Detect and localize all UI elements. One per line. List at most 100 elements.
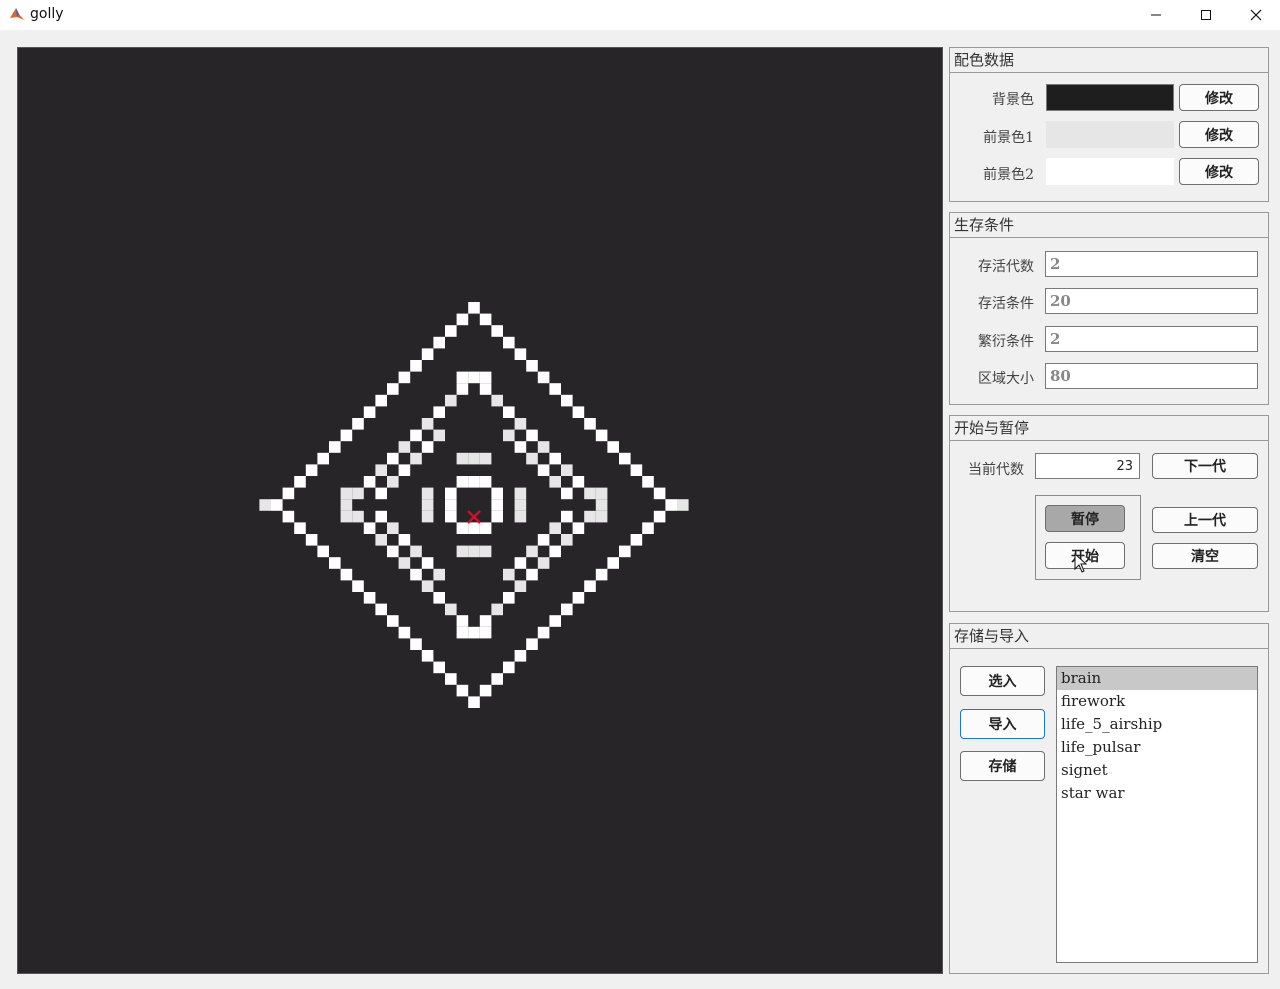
live-cell: [445, 510, 457, 523]
live-cell: [340, 487, 353, 500]
live-cell: [514, 441, 527, 453]
previous-generation-button[interactable]: 上一代: [1152, 507, 1258, 533]
next-generation-button[interactable]: 下一代: [1152, 453, 1258, 479]
birth-condition-input[interactable]: 2: [1045, 326, 1258, 352]
live-cell: [294, 522, 306, 534]
center-marker-icon: [467, 510, 481, 524]
live-cell: [410, 568, 422, 581]
live-cell: [387, 522, 399, 534]
live-cell: [340, 510, 353, 523]
live-cell: [329, 557, 341, 569]
list-item[interactable]: star war: [1057, 782, 1257, 805]
live-cell: [537, 371, 550, 384]
live-cell: [398, 557, 411, 569]
live-cell: [595, 429, 608, 442]
live-cell: [595, 510, 608, 523]
list-item[interactable]: signet: [1057, 759, 1257, 782]
live-cell: [387, 476, 399, 488]
live-cell: [363, 592, 376, 604]
edit-foreground1-color-button[interactable]: 修改: [1179, 121, 1259, 148]
live-cell: [421, 418, 434, 430]
control-panel-title: 开始与暂停: [950, 416, 1268, 441]
live-cell: [456, 452, 469, 465]
live-cell: [294, 476, 306, 488]
live-cell: [398, 464, 411, 476]
import-button[interactable]: 导入: [960, 709, 1045, 739]
live-cell: [584, 487, 596, 500]
live-cell: [653, 510, 666, 523]
live-cell: [468, 452, 480, 465]
current-generation-field[interactable]: 23: [1035, 453, 1140, 479]
live-cell: [526, 638, 538, 650]
live-cell: [619, 545, 631, 558]
foreground1-color-label: 前景色1: [983, 130, 1034, 146]
save-button[interactable]: 存储: [960, 751, 1045, 781]
live-cell: [514, 418, 527, 430]
close-button[interactable]: [1231, 0, 1280, 30]
live-cell: [305, 534, 318, 546]
live-cell: [410, 360, 422, 372]
live-cell: [329, 441, 341, 453]
live-cell: [514, 580, 527, 592]
live-cell: [375, 534, 387, 546]
live-cell: [282, 487, 295, 500]
live-cell: [445, 673, 457, 685]
birth-condition-label: 繁衍条件: [978, 334, 1034, 350]
live-cell: [503, 568, 515, 581]
live-cell: [317, 545, 329, 558]
list-item[interactable]: firework: [1057, 690, 1257, 713]
live-cell: [584, 510, 596, 523]
live-cell: [398, 626, 411, 639]
live-cell: [479, 545, 492, 558]
survival-generations-input[interactable]: 2: [1045, 251, 1258, 277]
live-cell: [630, 534, 643, 546]
background-color-label: 背景色: [992, 92, 1034, 108]
survival-generations-label: 存活代数: [978, 259, 1034, 275]
edit-foreground2-color-button[interactable]: 修改: [1179, 158, 1259, 185]
list-item[interactable]: life_5_airship: [1057, 713, 1257, 736]
maximize-button[interactable]: [1181, 0, 1231, 30]
pattern-file-list[interactable]: brain firework life_5_airship life_pulsa…: [1056, 666, 1258, 963]
live-cell: [491, 510, 503, 523]
close-icon: [1250, 9, 1262, 21]
live-cell: [433, 336, 445, 349]
live-cell: [642, 522, 654, 534]
live-cell: [410, 452, 422, 465]
live-cell: [526, 568, 538, 581]
live-cell: [445, 394, 457, 407]
list-item[interactable]: life_pulsar: [1057, 736, 1257, 759]
survival-condition-input[interactable]: 20: [1045, 288, 1258, 314]
clear-button[interactable]: 清空: [1152, 543, 1258, 569]
live-cell: [421, 441, 434, 453]
minimize-button[interactable]: [1131, 0, 1181, 30]
foreground1-color-swatch: [1046, 121, 1174, 148]
edit-background-color-button[interactable]: 修改: [1179, 84, 1259, 111]
live-cell: [514, 499, 527, 511]
live-cell: [387, 545, 399, 558]
live-cell: [468, 545, 480, 558]
live-cell: [445, 325, 457, 337]
live-cell: [445, 499, 457, 511]
live-cell: [375, 603, 387, 616]
area-size-input[interactable]: 80: [1045, 363, 1258, 389]
select-file-button[interactable]: 选入: [960, 666, 1045, 696]
live-cell: [491, 325, 503, 337]
list-item[interactable]: brain: [1057, 667, 1257, 690]
live-cell: [479, 626, 492, 639]
live-cell: [479, 313, 492, 326]
live-cell: [572, 592, 585, 604]
color-panel-title: 配色数据: [950, 48, 1268, 73]
live-cell: [456, 626, 469, 639]
live-cell: [491, 394, 503, 407]
live-cell: [271, 499, 283, 511]
live-cell: [561, 394, 573, 407]
live-cell: [479, 684, 492, 697]
live-cell: [456, 313, 469, 326]
live-cell: [398, 371, 411, 384]
live-cell: [398, 534, 411, 546]
live-cell: [549, 383, 561, 395]
live-cell: [549, 545, 561, 558]
pause-button[interactable]: 暂停: [1045, 505, 1125, 532]
simulation-canvas[interactable]: [17, 47, 943, 974]
live-cell: [503, 429, 515, 442]
